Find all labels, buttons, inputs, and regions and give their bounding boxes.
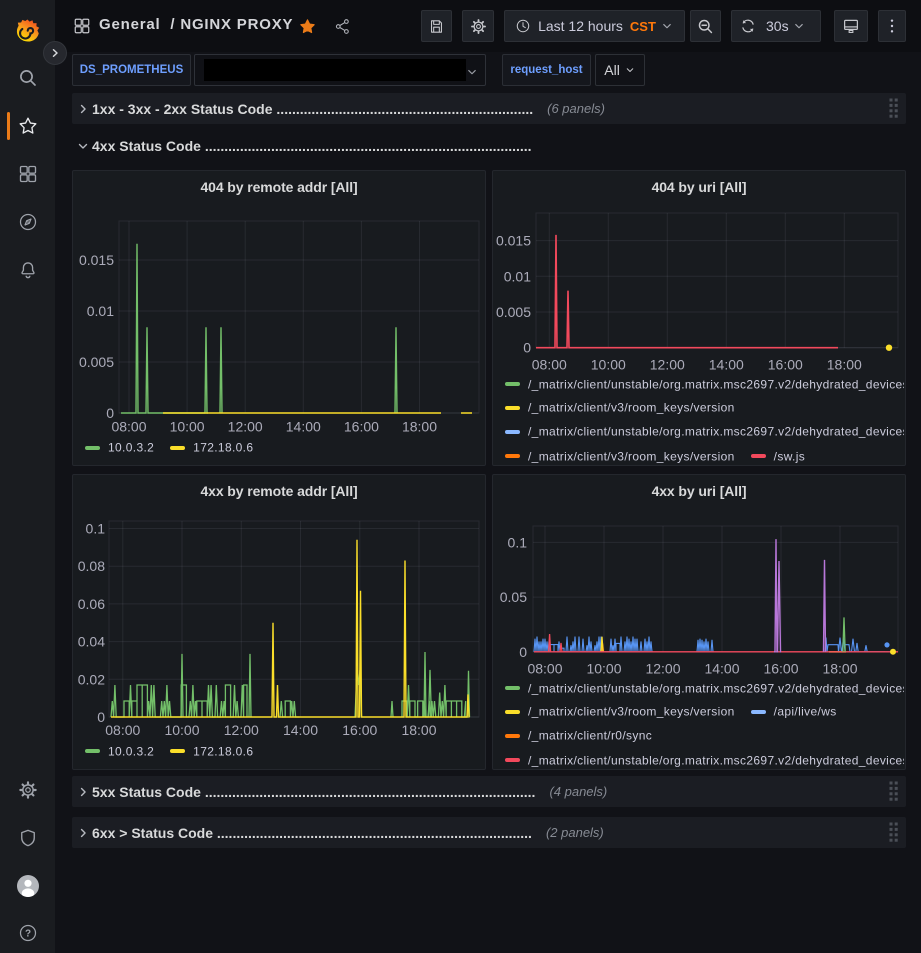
svg-text:0.005: 0.005 (79, 354, 114, 370)
svg-text:16:00: 16:00 (768, 357, 803, 373)
svg-text:10:00: 10:00 (170, 419, 205, 435)
svg-text:?: ? (24, 929, 30, 940)
svg-text:18:00: 18:00 (822, 661, 857, 677)
svg-text:16:00: 16:00 (763, 661, 798, 677)
svg-text:12:00: 12:00 (228, 419, 263, 435)
svg-text:18:00: 18:00 (401, 722, 436, 738)
svg-text:14:00: 14:00 (283, 722, 318, 738)
svg-text:08:00: 08:00 (111, 419, 146, 435)
svg-text:08:00: 08:00 (532, 357, 567, 373)
svg-text:12:00: 12:00 (224, 722, 259, 738)
svg-text:0.05: 0.05 (500, 589, 527, 605)
svg-text:0.04: 0.04 (78, 634, 105, 650)
svg-text:0: 0 (97, 709, 105, 725)
svg-text:14:00: 14:00 (704, 661, 739, 677)
svg-text:10:00: 10:00 (164, 722, 199, 738)
svg-text:0.015: 0.015 (496, 233, 531, 249)
svg-text:0.01: 0.01 (87, 303, 114, 319)
svg-text:0.08: 0.08 (78, 558, 105, 574)
svg-text:08:00: 08:00 (105, 722, 140, 738)
svg-text:0.1: 0.1 (86, 521, 106, 537)
svg-text:14:00: 14:00 (709, 357, 744, 373)
svg-text:18:00: 18:00 (827, 357, 862, 373)
svg-text:0.02: 0.02 (78, 671, 105, 687)
svg-text:0: 0 (519, 644, 527, 660)
svg-text:0.1: 0.1 (508, 534, 528, 550)
svg-text:16:00: 16:00 (344, 419, 379, 435)
svg-text:14:00: 14:00 (286, 419, 321, 435)
svg-text:12:00: 12:00 (645, 661, 680, 677)
svg-text:0.01: 0.01 (504, 268, 531, 284)
svg-text:12:00: 12:00 (650, 357, 685, 373)
svg-text:0.005: 0.005 (496, 304, 531, 320)
svg-text:0: 0 (523, 340, 531, 356)
svg-text:08:00: 08:00 (527, 661, 562, 677)
svg-text:0.06: 0.06 (78, 596, 105, 612)
svg-text:0.015: 0.015 (79, 252, 114, 268)
svg-text:16:00: 16:00 (342, 722, 377, 738)
svg-text:18:00: 18:00 (402, 419, 437, 435)
svg-text:10:00: 10:00 (591, 357, 626, 373)
svg-text:10:00: 10:00 (586, 661, 621, 677)
